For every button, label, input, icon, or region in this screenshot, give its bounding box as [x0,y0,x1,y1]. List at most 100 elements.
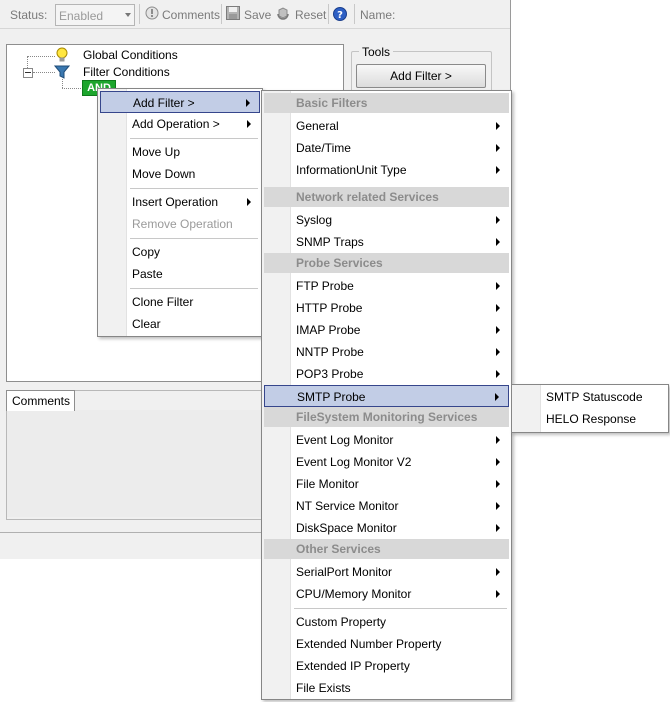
menu-separator [294,608,507,609]
submenu-arrow-icon [496,480,500,488]
menu-item-event-log-monitor[interactable]: Event Log Monitor [264,429,509,451]
menu-item-move-up[interactable]: Move Up [100,141,260,163]
submenu-arrow-icon [496,216,500,224]
svg-text:?: ? [337,10,343,21]
menu-item-label: NT Service Monitor [296,499,399,513]
menu-item-clear[interactable]: Clear [100,313,260,335]
submenu-arrow-icon [496,502,500,510]
menu-item-label: POP3 Probe [296,367,364,381]
menu-item-imap-probe[interactable]: IMAP Probe [264,319,509,341]
menu-item-general[interactable]: General [264,115,509,137]
menu-item-add-operation[interactable]: Add Operation > [100,113,260,135]
menu-item-label: Move Up [132,145,181,159]
submenu-arrow-icon [496,348,500,356]
menu-item-serialport-monitor[interactable]: SerialPort Monitor [264,561,509,583]
menu-item-helo-response[interactable]: HELO Response [514,408,666,430]
menu-item-label: Extended Number Property [296,637,442,651]
menu-item-informationunit-type[interactable]: InformationUnit Type [264,159,509,181]
tree-connector [33,72,55,73]
comments-button[interactable]: Comments [143,3,220,25]
submenu-arrow-icon [496,436,500,444]
save-button-label: Save [244,8,272,22]
tree-connector [62,79,63,88]
minus-icon [25,72,31,73]
funnel-icon [54,65,70,79]
menu-item-label: InformationUnit Type [296,163,407,177]
floppy-disk-icon [226,6,240,20]
menu-item-syslog[interactable]: Syslog [264,209,509,231]
smtp-probe-menu: SMTP Statuscode HELO Response [511,384,669,433]
menu-item-label: File Exists [296,681,351,695]
menu-header-network-services: Network related Services [264,187,509,207]
reset-button[interactable]: Reset [275,3,327,25]
collapse-toggle[interactable] [23,68,33,78]
toolbar-divider [328,4,329,24]
menu-item-label: Move Down [132,167,196,181]
menu-item-label: Paste [132,267,163,281]
menu-item-label: CPU/Memory Monitor [296,587,412,601]
submenu-arrow-icon [496,238,500,246]
menu-item-label: Add Filter > [133,96,195,110]
menu-item-label: Event Log Monitor V2 [296,455,412,469]
menu-item-label: SMTP Statuscode [546,390,643,404]
reset-icon [277,7,289,20]
tab-comments[interactable]: Comments [6,390,75,411]
save-button[interactable]: Save [225,3,271,25]
menu-item-date-time[interactable]: Date/Time [264,137,509,159]
tree-item-global-conditions[interactable]: Global Conditions [83,48,178,62]
menu-item-file-exists[interactable]: File Exists [264,677,509,699]
menu-item-add-filter[interactable]: Add Filter > [100,91,260,113]
menu-item-label: Event Log Monitor [296,433,394,447]
menu-item-extended-number-property[interactable]: Extended Number Property [264,633,509,655]
add-filter-button[interactable]: Add Filter > [356,64,486,88]
menu-item-clone-filter[interactable]: Clone Filter [100,291,260,313]
menu-item-insert-operation[interactable]: Insert Operation [100,191,260,213]
menu-item-label: Copy [132,245,161,259]
submenu-arrow-icon [496,458,500,466]
menu-item-nntp-probe[interactable]: NNTP Probe [264,341,509,363]
menu-item-copy[interactable]: Copy [100,241,260,263]
menu-item-file-monitor[interactable]: File Monitor [264,473,509,495]
menu-item-remove-operation: Remove Operation [100,213,260,235]
menu-item-http-probe[interactable]: HTTP Probe [264,297,509,319]
menu-item-label: Clear [132,317,161,331]
menu-separator [130,238,258,239]
submenu-arrow-icon [496,568,500,576]
menu-item-paste[interactable]: Paste [100,263,260,285]
menu-item-ftp-probe[interactable]: FTP Probe [264,275,509,297]
submenu-arrow-icon [496,166,500,174]
menu-header-other-services: Other Services [264,539,509,559]
menu-item-label: SerialPort Monitor [296,565,393,579]
menu-item-custom-property[interactable]: Custom Property [264,611,509,633]
menu-item-smtp-statuscode[interactable]: SMTP Statuscode [514,386,666,408]
menu-item-event-log-monitor-v2[interactable]: Event Log Monitor V2 [264,451,509,473]
menu-item-extended-ip-property[interactable]: Extended IP Property [264,655,509,677]
help-icon[interactable]: ? [333,7,347,21]
menu-item-label: Insert Operation [132,195,219,209]
menu-item-smtp-probe[interactable]: SMTP Probe [264,385,509,407]
menu-item-move-down[interactable]: Move Down [100,163,260,185]
status-select[interactable]: Enabled [55,4,135,26]
menu-item-cpu-memory-monitor[interactable]: CPU/Memory Monitor [264,583,509,605]
comment-icon [145,6,159,20]
tree-item-filter-conditions[interactable]: Filter Conditions [83,65,170,79]
menu-item-label: FTP Probe [296,279,354,293]
tree-connector [62,88,81,89]
menu-header-filesystem-services: FileSystem Monitoring Services [264,407,509,427]
menu-item-label: IMAP Probe [296,323,361,337]
menu-item-pop3-probe[interactable]: POP3 Probe [264,363,509,385]
menu-item-diskspace-monitor[interactable]: DiskSpace Monitor [264,517,509,539]
submenu-arrow-icon [496,282,500,290]
menu-header-probe-services: Probe Services [264,253,509,273]
status-label: Status: [10,8,48,22]
menu-item-nt-service-monitor[interactable]: NT Service Monitor [264,495,509,517]
menu-header-basic-filters: Basic Filters [264,93,509,113]
toolbar-divider [354,4,355,24]
name-label: Name: [360,8,396,22]
menu-item-snmp-traps[interactable]: SNMP Traps [264,231,509,253]
submenu-arrow-icon [496,122,500,130]
tools-legend: Tools [359,45,394,59]
menu-item-label: Syslog [296,213,333,227]
menu-item-label: File Monitor [296,477,359,491]
menu-item-label: Extended IP Property [296,659,410,673]
